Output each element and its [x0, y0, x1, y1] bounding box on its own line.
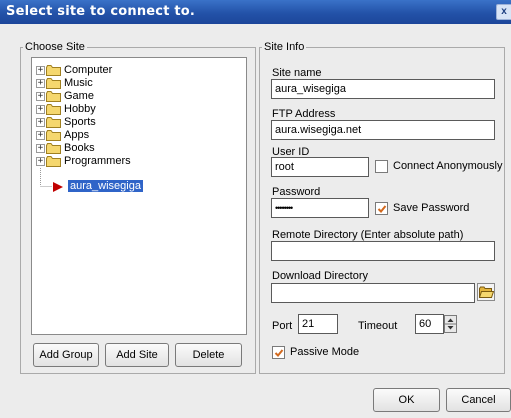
browse-button[interactable]	[477, 283, 495, 301]
password-input[interactable]: ••••••••	[271, 198, 369, 218]
save-password-checkbox[interactable]	[375, 202, 388, 215]
site-tree[interactable]: + Computer + Music + Game + Hobby + Spor…	[31, 57, 247, 335]
tree-connector-line	[40, 168, 52, 187]
selected-site-label: aura_wisegiga	[68, 180, 143, 192]
arrow-right-icon	[53, 182, 63, 192]
close-icon: x	[501, 6, 507, 17]
connect-anonymously-checkbox[interactable]	[375, 160, 388, 173]
ok-button[interactable]: OK	[373, 388, 440, 412]
checkmark-icon	[274, 349, 284, 357]
download-directory-input[interactable]	[271, 283, 475, 303]
passive-mode-checkbox[interactable]	[272, 346, 285, 359]
remote-directory-label: Remote Directory (Enter absolute path)	[272, 229, 464, 241]
user-id-input[interactable]: root	[271, 157, 369, 177]
checkmark-icon	[377, 205, 387, 213]
delete-button[interactable]: Delete	[175, 343, 242, 367]
spinner-arrows-icon	[445, 318, 456, 330]
save-password-label: Save Password	[393, 202, 470, 214]
close-button[interactable]: x	[496, 4, 511, 20]
cancel-button[interactable]: Cancel	[446, 388, 511, 412]
choose-site-legend: Choose Site	[25, 41, 85, 53]
ftp-address-input[interactable]: aura.wisegiga.net	[271, 120, 495, 140]
passive-mode-label: Passive Mode	[290, 346, 360, 358]
remote-directory-input[interactable]	[271, 241, 495, 261]
download-directory-label: Download Directory	[272, 270, 368, 282]
connect-anonymously-label: Connect Anonymously	[393, 160, 503, 172]
password-label: Password	[272, 186, 321, 198]
site-info-legend: Site Info	[264, 41, 305, 53]
tree-node-label: Programmers	[64, 155, 131, 167]
timeout-input[interactable]: 60	[415, 314, 444, 334]
port-label: Port	[272, 320, 293, 332]
folder-open-icon	[479, 286, 494, 298]
ftp-address-label: FTP Address	[272, 108, 336, 120]
timeout-label: Timeout	[358, 320, 398, 332]
title-bar: Select site to connect to. x	[0, 0, 511, 24]
port-input[interactable]: 21	[298, 314, 338, 334]
timeout-spinner[interactable]	[444, 315, 457, 333]
add-site-button[interactable]: Add Site	[105, 343, 169, 367]
add-group-button[interactable]: Add Group	[33, 343, 99, 367]
site-name-input[interactable]: aura_wisegiga	[271, 79, 495, 99]
window-title: Select site to connect to.	[6, 4, 196, 19]
site-name-label: Site name	[272, 67, 322, 79]
